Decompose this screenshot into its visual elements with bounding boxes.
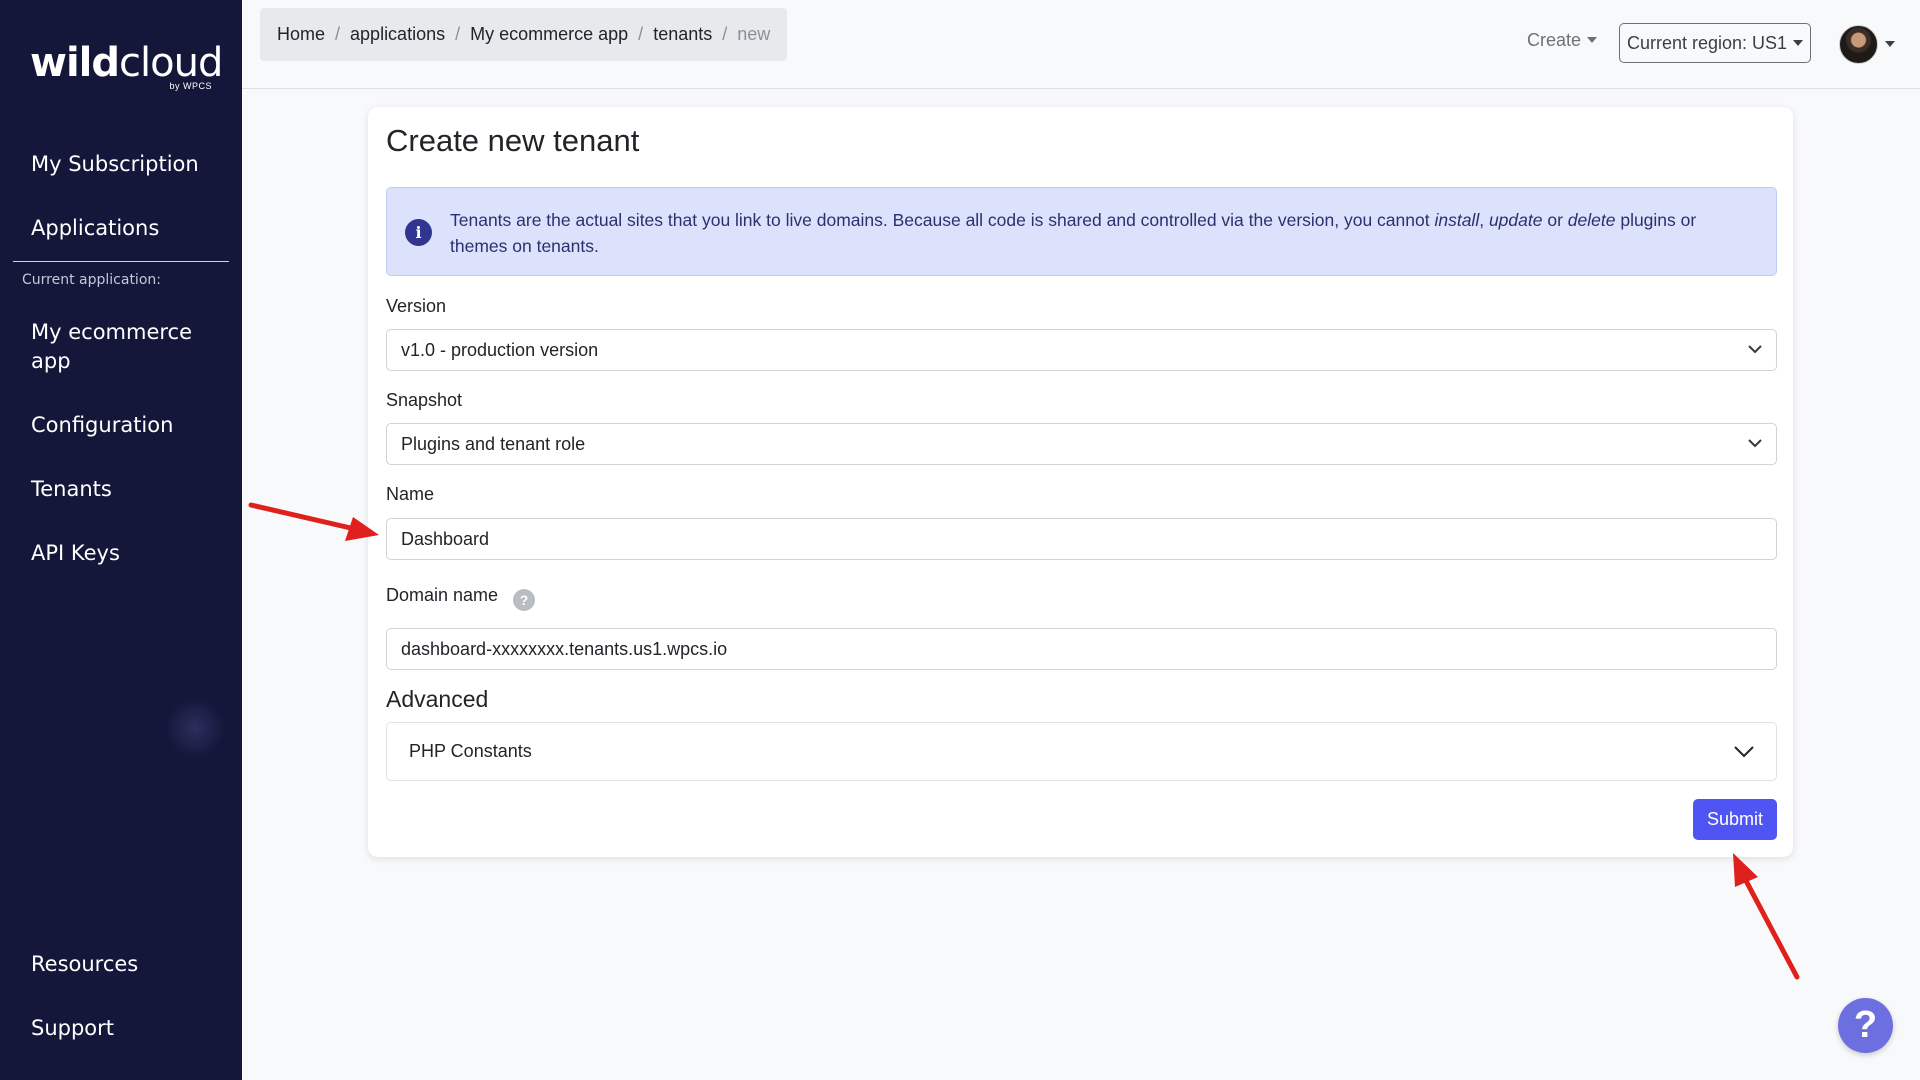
- sidebar-item-tenants[interactable]: Tenants: [31, 475, 112, 504]
- version-label: Version: [386, 296, 447, 316]
- caret-down-icon: [1885, 41, 1895, 47]
- alert-text-part: ,: [1479, 210, 1489, 230]
- info-icon: i: [405, 219, 432, 246]
- name-input[interactable]: [386, 518, 1777, 560]
- avatar: [1839, 24, 1878, 64]
- advanced-section-title: Advanced: [386, 686, 489, 712]
- top-bar: Home / applications / My ecommerce app /…: [242, 0, 1920, 89]
- help-icon[interactable]: ?: [513, 589, 535, 611]
- breadcrumb-app[interactable]: My ecommerce app: [470, 24, 628, 45]
- sidebar-divider: [13, 261, 229, 262]
- logo-subtitle: by WPCS: [169, 81, 212, 91]
- submit-button[interactable]: Submit: [1693, 799, 1777, 840]
- chevron-down-icon: [1734, 746, 1754, 758]
- sidebar-item-api-keys[interactable]: API Keys: [31, 539, 120, 568]
- caret-down-icon: [1793, 40, 1804, 46]
- sidebar-item-configuration[interactable]: Configuration: [31, 411, 173, 440]
- caret-down-icon: [1587, 37, 1598, 43]
- snapshot-select[interactable]: Plugins and tenant role: [386, 423, 1777, 465]
- page-title: Create new tenant: [386, 123, 640, 158]
- name-label: Name: [386, 484, 435, 504]
- alert-text-part: or: [1542, 210, 1568, 230]
- sidebar-item-support[interactable]: Support: [31, 1014, 114, 1043]
- logo-bold-text: wild: [30, 40, 120, 86]
- breadcrumb-separator: /: [335, 24, 341, 44]
- user-menu[interactable]: [1839, 24, 1895, 64]
- current-application-caption: Current application:: [22, 272, 161, 288]
- version-select[interactable]: v1.0 - production version: [386, 329, 1777, 371]
- alert-emphasis-delete: delete: [1567, 210, 1616, 230]
- php-constants-accordion[interactable]: PHP Constants: [386, 722, 1777, 781]
- annotation-arrow-submit: [1733, 853, 1800, 980]
- breadcrumb-current: new: [737, 24, 771, 44]
- create-tenant-card: Create new tenant i Tenants are the actu…: [368, 107, 1793, 857]
- chevron-down-icon: [1748, 439, 1762, 448]
- help-button[interactable]: ?: [1838, 998, 1893, 1053]
- sidebar-item-my-subscription[interactable]: My Subscription: [31, 150, 199, 179]
- breadcrumb: Home / applications / My ecommerce app /…: [260, 8, 788, 61]
- breadcrumb-separator: /: [455, 24, 461, 44]
- logo-wordmark: wildcloud: [30, 40, 223, 86]
- alert-emphasis-install: install: [1434, 210, 1480, 230]
- breadcrumb-applications[interactable]: applications: [350, 24, 445, 45]
- annotation-arrow-name: [248, 502, 379, 541]
- snapshot-select-value: Plugins and tenant role: [401, 433, 586, 454]
- region-dropdown-button[interactable]: Current region: US1: [1619, 23, 1811, 63]
- create-dropdown-button[interactable]: Create: [1527, 30, 1598, 51]
- sidebar-item-my-ecommerce-app[interactable]: My ecommerce app: [31, 318, 221, 376]
- snapshot-label: Snapshot: [386, 390, 463, 410]
- create-label: Create: [1527, 30, 1582, 50]
- accordion-label: PHP Constants: [409, 741, 532, 761]
- sidebar-item-applications[interactable]: Applications: [31, 214, 159, 243]
- alert-text-part: Tenants are the actual sites that you li…: [450, 210, 1435, 230]
- version-select-value: v1.0 - production version: [401, 339, 599, 360]
- domain-name-label: Domain name: [386, 585, 499, 605]
- sidebar: wildcloud by WPCS My Subscription Applic…: [0, 0, 242, 1080]
- wildcloud-logo[interactable]: wildcloud by WPCS: [30, 40, 223, 100]
- logo-light-text: cloud: [119, 40, 223, 86]
- info-alert: i Tenants are the actual sites that you …: [386, 187, 1777, 276]
- domain-name-input[interactable]: [386, 628, 1777, 670]
- alert-emphasis-update: update: [1488, 210, 1543, 230]
- breadcrumb-separator: /: [722, 24, 728, 44]
- breadcrumb-home[interactable]: Home: [277, 24, 325, 45]
- breadcrumb-tenants[interactable]: tenants: [653, 24, 712, 45]
- sidebar-item-resources[interactable]: Resources: [31, 950, 138, 979]
- region-label: Current region: US1: [1626, 32, 1788, 53]
- chevron-down-icon: [1748, 345, 1762, 354]
- breadcrumb-separator: /: [638, 24, 644, 44]
- alert-text: Tenants are the actual sites that you li…: [450, 207, 1754, 259]
